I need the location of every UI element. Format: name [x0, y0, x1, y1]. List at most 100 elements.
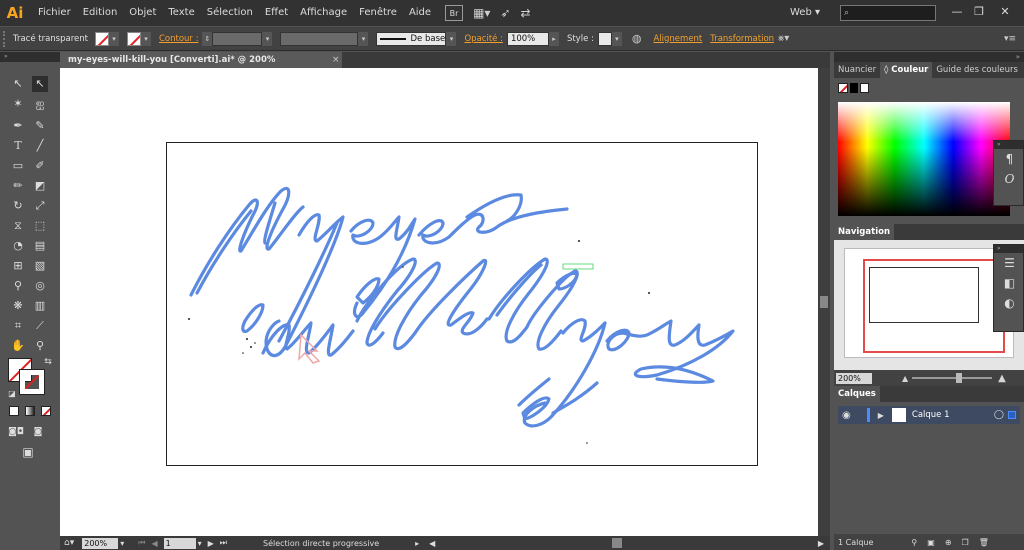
style-swatch[interactable]: [597, 31, 612, 46]
recolor-artwork-icon[interactable]: ◍: [632, 32, 642, 45]
rectangle-tool-icon[interactable]: ▭: [10, 158, 26, 174]
selection-tool-icon[interactable]: ↖: [10, 76, 26, 92]
zoom-in-icon[interactable]: ▲: [998, 373, 1006, 384]
navigation-zoom-field[interactable]: 200%: [836, 372, 872, 384]
fill-dropdown[interactable]: ▾: [108, 31, 119, 46]
gradient-mode-icon[interactable]: [25, 406, 35, 416]
zoom-out-icon[interactable]: ▲: [902, 374, 908, 383]
gradient-panel-icon[interactable]: ◧: [994, 273, 1024, 293]
tab-nuancier[interactable]: Nuancier: [834, 62, 880, 78]
selection-indicator-icon[interactable]: [1008, 411, 1016, 419]
menu-objet[interactable]: Objet: [123, 0, 162, 26]
scroll-right-icon[interactable]: ▶: [818, 539, 824, 548]
stroke-dropdown[interactable]: ▾: [140, 31, 151, 46]
zoom-level-field[interactable]: 200%: [82, 537, 119, 549]
bridge-icon[interactable]: Br: [445, 5, 464, 21]
menu-affichage[interactable]: Affichage: [294, 0, 353, 26]
new-layer-icon[interactable]: ❐: [962, 538, 969, 547]
pencil-tool-icon[interactable]: ✏: [10, 178, 26, 194]
panel-menu-icon[interactable]: ▾≡: [1004, 34, 1016, 44]
stroke-panel-link[interactable]: Contour :: [159, 34, 199, 44]
blend-tool-icon[interactable]: ◎: [32, 278, 48, 294]
arrange-documents-icon[interactable]: ▦▾: [473, 6, 490, 20]
stroke-weight-stepper[interactable]: ⇕: [202, 31, 213, 46]
color-mode-icon[interactable]: [9, 406, 19, 416]
symbol-sprayer-tool-icon[interactable]: ❋: [10, 298, 26, 314]
type-tool-icon[interactable]: T: [10, 138, 26, 154]
fill-swatch[interactable]: [94, 31, 109, 46]
layer-name[interactable]: Calque 1: [912, 410, 950, 420]
gradient-tool-icon[interactable]: ▧: [32, 258, 48, 274]
new-sublayer-icon[interactable]: ⊕: [945, 538, 952, 547]
mesh-tool-icon[interactable]: ⊞: [10, 258, 26, 274]
transparency-panel-icon[interactable]: ◐: [994, 293, 1024, 313]
current-tool-status[interactable]: Sélection directe progressive: [263, 539, 379, 548]
slice-tool-icon[interactable]: ⟋: [32, 318, 48, 334]
eraser-tool-icon[interactable]: ◩: [32, 178, 48, 194]
clipping-mask-icon[interactable]: ▣: [927, 538, 935, 547]
pen-tool-icon[interactable]: ✒: [10, 118, 26, 134]
stroke-none-swatch[interactable]: [19, 369, 45, 395]
menu-selection[interactable]: Sélection: [201, 0, 259, 26]
menu-fichier[interactable]: Fichier: [32, 0, 77, 26]
next-artboard-icon[interactable]: ▶: [208, 539, 214, 548]
perspective-grid-tool-icon[interactable]: ▤: [32, 238, 48, 254]
align-panel-icon[interactable]: ☰: [994, 253, 1024, 273]
restore-icon[interactable]: ❐: [968, 3, 990, 21]
minimize-icon[interactable]: —: [946, 3, 968, 21]
scale-tool-icon[interactable]: ⤢: [32, 198, 48, 214]
opentype-panel-icon[interactable]: O: [994, 169, 1024, 189]
opacity-field[interactable]: 100%: [506, 31, 549, 46]
document-canvas[interactable]: [60, 68, 818, 536]
zoom-dropdown[interactable]: ▾: [120, 539, 124, 548]
hand-tool-icon[interactable]: ✋: [10, 338, 26, 354]
locate-object-icon[interactable]: ⚲: [911, 538, 917, 547]
align-panel-link[interactable]: Alignement: [653, 34, 702, 44]
menu-effet[interactable]: Effet: [259, 0, 294, 26]
visibility-eye-icon[interactable]: ◉: [842, 410, 851, 421]
horizontal-scroll-thumb[interactable]: [612, 538, 622, 548]
fill-none-mini-swatch[interactable]: [838, 83, 848, 93]
shape-builder-tool-icon[interactable]: ◔: [10, 238, 26, 254]
prev-artboard-icon[interactable]: ◀: [151, 539, 157, 548]
color-spectrum[interactable]: [838, 102, 1010, 216]
none-mode-icon[interactable]: [41, 406, 51, 416]
isolate-icon[interactable]: ⨳▾: [778, 33, 789, 44]
lettering-artwork[interactable]: [167, 143, 759, 467]
menu-edition[interactable]: Edition: [77, 0, 124, 26]
tools-panel-header[interactable]: »: [0, 52, 60, 62]
panel-dock-header[interactable]: »: [834, 52, 1024, 62]
gpu-performance-icon[interactable]: ➶: [500, 6, 510, 20]
brush-definition-field[interactable]: De base: [376, 31, 447, 46]
artboard-number-field[interactable]: 1: [163, 537, 196, 549]
tab-couleur[interactable]: ◊ Couleur: [880, 62, 933, 78]
style-dropdown[interactable]: ▾: [611, 31, 622, 46]
artboard-tool-icon[interactable]: ⌗: [10, 318, 26, 334]
document-tab[interactable]: my-eyes-will-kill-you [Converti].ai* @ 2…: [60, 52, 342, 81]
stroke-weight-dropdown[interactable]: ▾: [262, 31, 273, 46]
last-artboard-icon[interactable]: ⏭: [220, 538, 227, 548]
tab-guide-des-couleurs[interactable]: Guide des couleurs: [932, 62, 1022, 78]
zoom-tool-icon[interactable]: ⚲: [32, 338, 48, 354]
direct-selection-tool-icon[interactable]: ↖: [32, 76, 48, 92]
variable-width-field[interactable]: [280, 31, 359, 46]
magic-wand-tool-icon[interactable]: ✶: [10, 96, 26, 112]
stroke-swatch[interactable]: [126, 31, 141, 46]
opacity-dropdown[interactable]: ▸: [548, 31, 559, 46]
flyout-header[interactable]: »: [994, 245, 1023, 253]
opacity-panel-link[interactable]: Opacité :: [464, 34, 502, 44]
default-colors-icon[interactable]: ◪: [4, 386, 20, 402]
line-tool-icon[interactable]: ╱: [32, 138, 48, 154]
paragraph-panel-icon[interactable]: ¶: [994, 149, 1024, 169]
collapse-panels-icon[interactable]: »: [1016, 52, 1020, 62]
draw-mode-icon[interactable]: ◙◘: [8, 424, 24, 440]
workspace-switcher[interactable]: Web ▾: [790, 0, 820, 26]
first-artboard-icon[interactable]: ⏮: [138, 538, 145, 548]
zoom-slider[interactable]: [912, 373, 993, 383]
screen-mode-icon[interactable]: ▣: [20, 444, 36, 460]
swap-fill-stroke-icon[interactable]: ⇆: [40, 354, 56, 370]
close-icon[interactable]: ✕: [994, 3, 1016, 21]
white-mini-swatch[interactable]: [860, 83, 869, 93]
draw-inside-icon[interactable]: ◙: [30, 424, 46, 440]
rotate-tool-icon[interactable]: ↻: [10, 198, 26, 214]
